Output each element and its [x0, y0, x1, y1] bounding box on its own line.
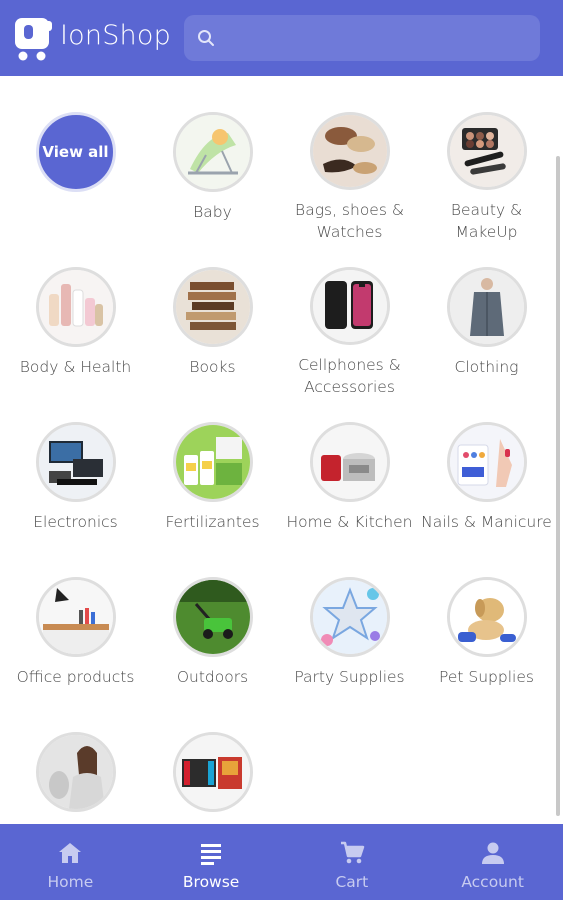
category-baby[interactable]: Baby: [144, 112, 281, 243]
makeup-palette-image: [446, 112, 527, 190]
category-books[interactable]: Books: [144, 267, 281, 398]
cart-icon: [340, 841, 365, 864]
dog-image: [446, 577, 527, 657]
woman-portrait-image: [35, 732, 116, 812]
tab-label: Home: [47, 873, 94, 891]
office-desk-image: [35, 577, 116, 657]
category-label: Home & Kitchen: [286, 513, 413, 531]
category-view-all[interactable]: View all: [7, 112, 144, 243]
tab-browse[interactable]: Browse: [141, 824, 282, 900]
category-item-18[interactable]: [144, 732, 281, 824]
browse-icon: [201, 844, 222, 865]
category-label: Bags, shoes & Watches: [295, 201, 404, 241]
category-beauty-makeup[interactable]: Beauty & MakeUp: [418, 112, 555, 243]
category-electronics[interactable]: Electronics: [7, 422, 144, 553]
home-icon: [59, 843, 82, 863]
category-label: Pet Supplies: [439, 668, 534, 686]
category-office-products[interactable]: Office products: [7, 577, 144, 708]
baby-bouncer-image: [172, 112, 253, 192]
kitchen-appliances-image: [309, 422, 390, 502]
category-clothing[interactable]: Clothing: [418, 267, 555, 398]
category-body-health[interactable]: Body & Health: [7, 267, 144, 398]
bags-shoes-image: [309, 112, 390, 190]
search-icon: [198, 30, 214, 46]
view-all-label: View all: [42, 143, 109, 161]
game-console-image: [172, 732, 253, 812]
top-app-bar: IonShop: [0, 0, 563, 76]
category-label: Cellphones & Accessories: [298, 356, 401, 396]
tab-label: Account: [461, 873, 524, 891]
category-cellphones[interactable]: Cellphones & Accessories: [281, 267, 418, 398]
electronics-image: [35, 422, 116, 502]
books-image: [172, 267, 253, 347]
category-label: Fertilizantes: [165, 513, 260, 531]
category-label: Party Supplies: [294, 668, 405, 686]
tab-home[interactable]: Home: [0, 824, 141, 900]
category-label: Body & Health: [19, 358, 132, 376]
category-label: Office products: [16, 668, 135, 686]
phones-image: [309, 267, 390, 345]
category-label: Outdoors: [176, 668, 249, 686]
nail-polish-image: [446, 422, 527, 502]
category-nails-manicure[interactable]: Nails & Manicure: [418, 422, 555, 553]
ionshop-logo-icon[interactable]: [14, 16, 54, 62]
tab-account[interactable]: Account: [422, 824, 563, 900]
view-all-button[interactable]: View all: [35, 112, 116, 192]
category-label: Electronics: [33, 513, 118, 531]
category-home-kitchen[interactable]: Home & Kitchen: [281, 422, 418, 553]
category-label: Baby: [193, 203, 232, 221]
category-bags-shoes-watches[interactable]: Bags, shoes & Watches: [281, 112, 418, 243]
bottom-navigation: Home Browse Cart Account: [0, 824, 563, 900]
category-list[interactable]: View all Baby Bags, shoes & Watches Beau…: [0, 76, 563, 824]
category-label: Books: [189, 358, 236, 376]
lawnmower-image: [172, 577, 253, 657]
body-products-image: [35, 267, 116, 347]
category-outdoors[interactable]: Outdoors: [144, 577, 281, 708]
category-party-supplies[interactable]: Party Supplies: [281, 577, 418, 708]
category-label: Beauty & MakeUp: [450, 201, 523, 241]
tab-label: Browse: [182, 873, 240, 891]
fertilizer-image: [172, 422, 253, 502]
coat-image: [446, 267, 527, 347]
scrollbar[interactable]: [556, 156, 560, 816]
tab-cart[interactable]: Cart: [282, 824, 423, 900]
tab-label: Cart: [335, 873, 369, 891]
category-fertilizantes[interactable]: Fertilizantes: [144, 422, 281, 553]
category-label: Clothing: [454, 358, 519, 376]
search-input[interactable]: [224, 23, 528, 55]
search-bar[interactable]: [184, 15, 540, 61]
app-name: IonShop: [60, 20, 171, 51]
category-pet-supplies[interactable]: Pet Supplies: [418, 577, 555, 708]
account-icon: [481, 842, 504, 864]
category-item-17[interactable]: [7, 732, 144, 824]
category-label: Nails & Manicure: [421, 513, 552, 531]
party-balloons-image: [309, 577, 390, 657]
